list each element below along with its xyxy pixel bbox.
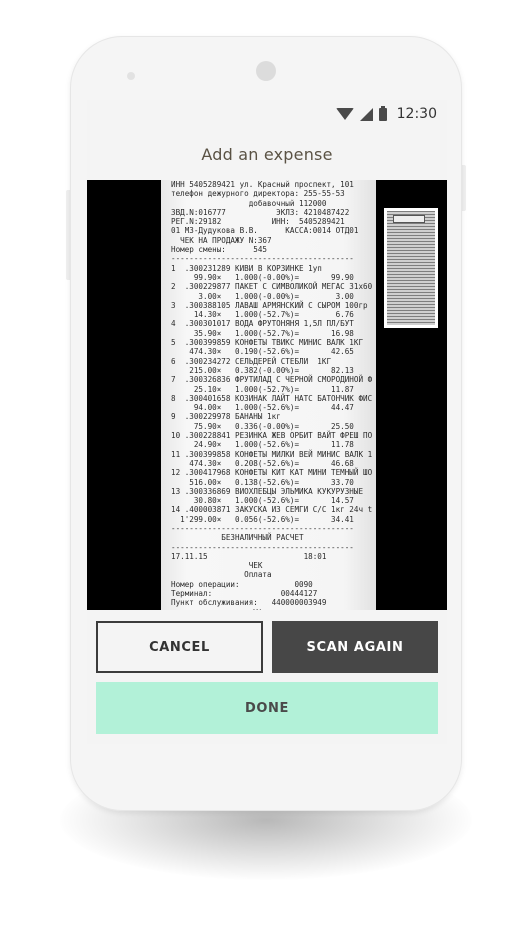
device-sensor: [127, 72, 135, 80]
receipt-line: ЗВД.N:016777 ЭКЛЗ: 4210487422: [171, 207, 350, 217]
done-button[interactable]: DONE: [96, 682, 438, 734]
receipt-line: телефон дежурного директора: 255-55-53: [171, 189, 345, 199]
receipt-line: ИНН 5405289421 ул. Красный проспект, 101: [171, 180, 354, 189]
receipt-line: 30.80× 1.000(-52.6%)= 14.57: [171, 496, 354, 506]
receipt-line: 11 .300399858 КОНФЕТЫ МИЛКИ ВЕЙ МИНИС ВА…: [171, 449, 373, 459]
receipt-line: 1 .300231289 КИВИ В КОРЗИНКЕ 1уп: [171, 263, 322, 273]
cancel-button[interactable]: CANCEL: [96, 621, 263, 673]
receipt-line: добавочный 112000: [171, 198, 327, 208]
receipt-line: 215.00× 0.382(-0.00%)= 82.13: [171, 365, 354, 375]
receipt-line: 3 .300388105 ЛАВАШ АРМЯНСКИЙ С СЫРОМ 100…: [171, 300, 368, 310]
receipt-line: 99.90× 1.000(-0.00%)= 99.90: [171, 272, 354, 282]
receipt-line: БЕЗНАЛИЧНЫЙ РАСЧЕТ: [171, 533, 304, 543]
wifi-icon: [335, 108, 354, 120]
receipt-line: Visa: [171, 608, 372, 610]
receipt-line: 516.00× 0.138(-52.6%)= 33.70: [171, 477, 354, 487]
receipt-line: Номер операции: 0090: [171, 579, 313, 589]
signal-icon: [359, 107, 373, 121]
receipt-line: 9 .300229978 БАНАНЫ 1кг: [171, 412, 281, 422]
app-screen: 12:30 Add an expense ИНН 5405289421 ул. …: [87, 100, 447, 744]
receipt-line: ----------------------------------------: [171, 523, 354, 533]
receipt-line: 474.30× 0.208(-52.6%)= 46.68: [171, 458, 354, 468]
receipt-line: 94.00× 1.000(-52.6%)= 44.47: [171, 403, 354, 413]
receipt-line: РЕГ.N:29182 ИНН: 5405289421: [171, 217, 345, 227]
device-camera: [256, 61, 276, 81]
receipt-line: 12 .300417968 КОНФЕТЫ КИТ КАТ МИНИ ТЕМНЫ…: [171, 468, 373, 478]
receipt-line: 474.30× 0.190(-52.6%)= 42.65: [171, 347, 354, 357]
receipt-line: Пункт обслуживания: 440000003949: [171, 598, 327, 608]
receipt-line: 75.90× 0.336(-0.00%)= 25.50: [171, 421, 354, 431]
status-time: 12:30: [396, 106, 437, 122]
scan-again-button[interactable]: SCAN AGAIN: [272, 621, 438, 673]
receipt-line: 7 .300326836 ФРУТИЛАД С ЧЕРНОЙ СМОРОДИНО…: [171, 375, 373, 385]
receipt-line: 2 .300229877 ПАКЕТ С СИМВОЛИКОЙ МЕГАС 31…: [171, 282, 373, 292]
receipt-line: 3.00× 1.000(-0.00%)= 3.00: [171, 291, 354, 301]
receipt-line: ЧЕК: [171, 561, 263, 571]
receipt-line: Номер смены: 545: [171, 245, 268, 255]
receipt-line: 14 .400003871 ЗАКУСКА ИЗ СЕМГИ С/С 1кг 2…: [171, 505, 373, 515]
receipt-line: Терминал: 00444127: [171, 589, 318, 599]
receipt-line: ----------------------------------------: [171, 542, 354, 552]
receipt-thumbnail-image: [387, 211, 435, 325]
receipt-line: 35.90× 1.000(-52.7%)= 16.98: [171, 328, 354, 338]
page-title: Add an expense: [201, 144, 333, 164]
status-icons: 12:30: [335, 105, 437, 122]
receipt-line: 4 .300301017 ВОДА ФРУТОНЯНЯ 1,5Л ПЛ/БУТ: [171, 319, 354, 329]
receipt-line: ЧЕК НА ПРОДАЖУ N:367: [171, 235, 272, 245]
receipt-line: Оплата: [171, 570, 272, 580]
receipt-line: 8 .300401658 КОЗИНАК ЛАЙТ НАТС БАТОНЧИК …: [171, 393, 373, 403]
scan-preview: ИНН 5405289421 ул. Красный проспект, 101…: [87, 180, 447, 610]
status-bar: 12:30: [87, 100, 447, 130]
receipt-line: 24.90× 1.000(-52.6%)= 11.78: [171, 440, 354, 450]
receipt-line: 17.11.15 18:01: [171, 551, 327, 561]
receipt-line: 01 МЗ-Дудукова В.В. КАССА:0014 ОТД01: [171, 226, 359, 236]
receipt-line: 6 .300234272 СЕЛЬДЕРЕЙ СТЕБЛИ 1КГ: [171, 356, 332, 366]
receipt-line: 13 .300336869 ВИОХЛЕБЦЫ ЭЛЬМИКА КУКУРУЗН…: [171, 486, 364, 496]
receipt-line: 14.30× 1.000(-52.7%)= 6.76: [171, 310, 354, 320]
title-bar: Add an expense: [87, 130, 447, 178]
receipt-line: 25.10× 1.000(-52.7%)= 11.87: [171, 384, 354, 394]
battery-icon: [378, 105, 387, 121]
receipt-thumbnail[interactable]: [384, 208, 438, 328]
receipt-line: ----------------------------------------: [171, 254, 354, 264]
receipt-line: 10 .300228841 РЕЗИНКА ЖЕВ ОРБИТ ВАЙТ ФРЕ…: [171, 431, 373, 441]
receipt-line: 5 .300399859 КОНФЕТЫ ТВИКС МИНИС ВАЛК 1К…: [171, 338, 364, 348]
receipt-image: ИНН 5405289421 ул. Красный проспект, 101…: [161, 180, 376, 610]
receipt-line: 1'299.00× 0.056(-52.6%)= 34.41: [171, 514, 354, 524]
